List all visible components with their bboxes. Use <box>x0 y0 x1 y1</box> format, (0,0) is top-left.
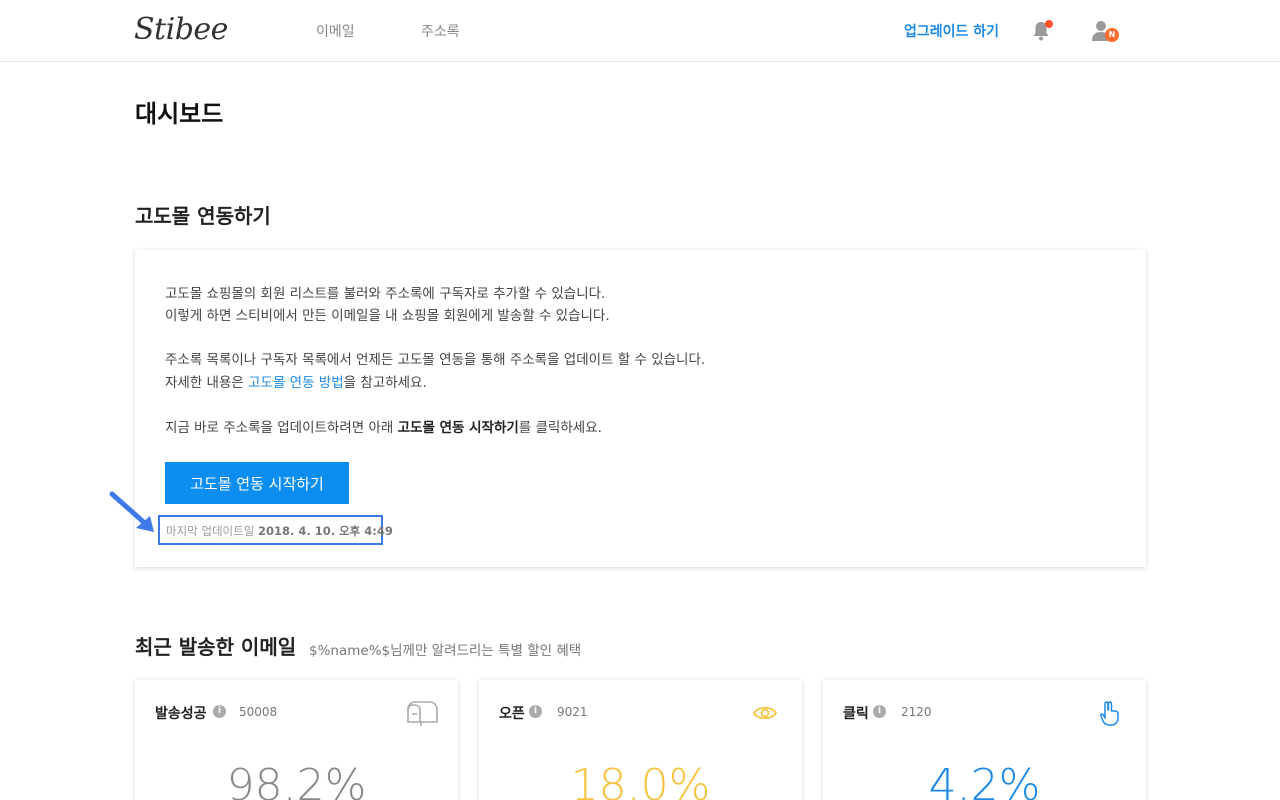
last-updated-box: 마지막 업데이트일 2018. 4. 10. 오후 4:49 <box>158 515 393 545</box>
stat-label: 오픈 <box>499 706 525 722</box>
info-icon[interactable]: i <box>529 705 542 718</box>
stat-value: 4.2% <box>928 760 1041 800</box>
stat-label: 클릭 <box>843 706 869 722</box>
integration-card: 고도몰 쇼핑몰의 회원 리스트를 불러와 주소록에 구독자로 추가할 수 있습니… <box>135 250 1146 567</box>
stat-value: 18.0% <box>570 760 711 800</box>
upgrade-link[interactable]: 업그레이드 하기 <box>904 21 999 41</box>
stat-card-click: 클릭 i 2120 4.2% <box>823 680 1146 800</box>
help-suffix: 을 참고하세요. <box>343 375 427 391</box>
hand-pointer-icon <box>1100 701 1119 726</box>
stat-label: 발송성공 <box>155 706 207 722</box>
start-integration-button[interactable]: 고도몰 연동 시작하기 <box>165 462 349 504</box>
integration-help-line: 자세한 내용은 고도몰 연동 방법을 참고하세요. <box>165 371 427 391</box>
instruction-suffix: 를 클릭하세요. <box>518 420 602 436</box>
instruction-prefix: 지금 바로 주소록을 업데이트하려면 아래 <box>165 420 398 436</box>
top-navigation-bar: Stibee 이메일 주소록 업그레이드 하기 N <box>0 0 1280 62</box>
integration-guide-link[interactable]: 고도몰 연동 방법 <box>248 375 344 391</box>
stat-count: 50008 <box>239 705 278 719</box>
stat-card-open: 오픈 i 9021 18.0% <box>479 680 802 800</box>
recent-email-subject[interactable]: $%name%$님께만 알려드리는 특별 할인 혜택 <box>309 639 581 659</box>
last-updated-value: 2018. 4. 10. 오후 4:49 <box>257 524 393 538</box>
mailbox-icon <box>407 701 438 726</box>
integration-instruction-line: 지금 바로 주소록을 업데이트하려면 아래 고도몰 연동 시작하기를 클릭하세요… <box>165 416 602 436</box>
help-prefix: 자세한 내용은 <box>165 375 249 391</box>
nav-email[interactable]: 이메일 <box>316 21 355 41</box>
integration-description-line: 주소록 목록이나 구독자 목록에서 언제든 고도몰 연동을 통해 주소록을 업데… <box>165 352 706 368</box>
stat-card-sent: 발송성공 i 50008 98.2% <box>135 680 458 800</box>
stat-value: 98.2% <box>226 760 367 800</box>
stat-count: 9021 <box>557 705 588 719</box>
user-plan-badge: N <box>1105 28 1119 42</box>
instruction-bold: 고도몰 연동 시작하기 <box>397 420 519 436</box>
info-icon[interactable]: i <box>213 705 226 718</box>
annotation-arrow-icon <box>109 491 154 532</box>
page-title: 대시보드 <box>135 100 224 128</box>
eye-icon <box>752 706 778 720</box>
stat-count: 2120 <box>901 705 932 719</box>
integration-description-line: 고도몰 쇼핑몰의 회원 리스트를 불러와 주소록에 구독자로 추가할 수 있습니… <box>165 286 606 302</box>
integration-section-title: 고도몰 연동하기 <box>135 204 271 228</box>
nav-address-book[interactable]: 주소록 <box>421 21 460 41</box>
last-updated-label: 마지막 업데이트일 <box>166 524 255 538</box>
stibee-logo[interactable]: Stibee <box>134 12 228 47</box>
info-icon[interactable]: i <box>873 705 886 718</box>
recent-emails-title: 최근 발송한 이메일 <box>135 635 297 659</box>
integration-description-line: 이렇게 하면 스티비에서 만든 이메일을 내 쇼핑몰 회원에게 발송할 수 있습… <box>165 308 610 324</box>
notification-dot <box>1045 20 1053 28</box>
